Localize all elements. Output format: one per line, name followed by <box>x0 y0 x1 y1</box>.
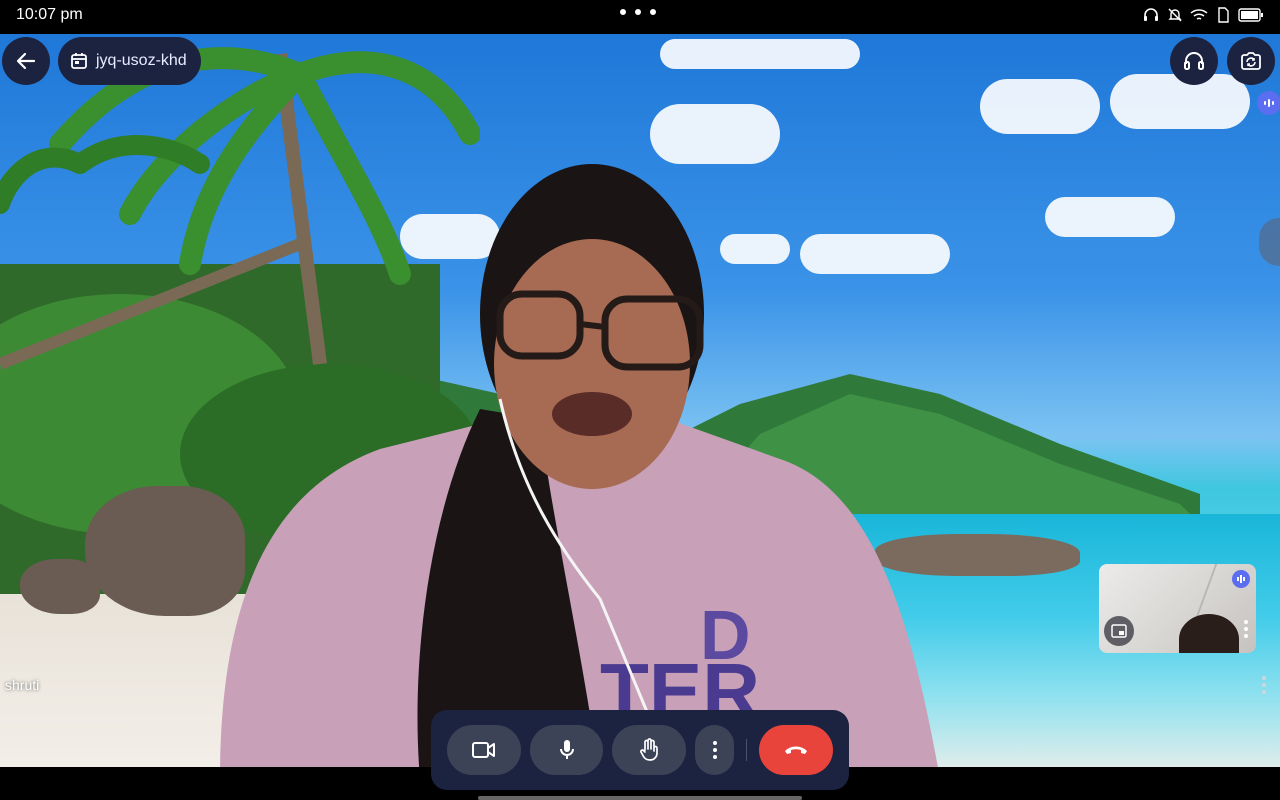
camera-toggle-button[interactable] <box>447 725 521 775</box>
self-speaking-indicator <box>1232 570 1250 588</box>
picture-in-picture-icon <box>1111 624 1127 638</box>
calendar-icon <box>71 53 87 69</box>
audio-level-icon <box>1264 99 1274 107</box>
notifications-off-icon <box>1166 7 1184 23</box>
self-view-more-button[interactable] <box>1244 620 1248 638</box>
participant-name: shruti <box>5 677 40 693</box>
cloud <box>660 39 860 69</box>
home-indicator[interactable] <box>478 796 802 800</box>
sim-icon <box>1214 7 1232 23</box>
cloud <box>1045 197 1175 237</box>
cloud <box>980 79 1100 134</box>
meeting-code: jyq-usoz-khd <box>96 52 187 69</box>
divider <box>746 739 748 761</box>
headset-icon <box>1184 52 1204 70</box>
end-call-button[interactable] <box>759 725 834 775</box>
audio-level-icon <box>1237 575 1245 583</box>
wifi-icon <box>1190 7 1208 23</box>
self-view-minimize-button[interactable] <box>1104 616 1134 646</box>
back-button[interactable] <box>2 37 50 85</box>
speaking-indicator <box>1257 91 1280 115</box>
mic-toggle-button[interactable] <box>529 725 604 775</box>
participant-more-options[interactable] <box>1262 676 1266 694</box>
cloud <box>1110 74 1250 129</box>
headset-status-icon <box>1142 7 1160 23</box>
videocam-icon <box>471 742 495 758</box>
hand-icon <box>640 738 659 761</box>
main-video[interactable]: D TER <box>0 34 1280 767</box>
switch-camera-button[interactable] <box>1227 37 1275 85</box>
multitask-dots[interactable] <box>620 9 656 15</box>
arrow-back-icon <box>16 52 36 70</box>
status-time: 10:07 pm <box>16 6 83 23</box>
more-options-button[interactable] <box>695 725 735 775</box>
boulder <box>20 559 100 614</box>
status-bar: 10:07 pm <box>0 0 1280 30</box>
more-vert-icon <box>712 741 717 759</box>
self-view-tile[interactable] <box>1099 564 1256 653</box>
self-video <box>1179 614 1239 653</box>
call-controls <box>431 710 849 790</box>
audio-output-button[interactable] <box>1170 37 1218 85</box>
cloud <box>650 104 780 164</box>
raise-hand-button[interactable] <box>612 725 687 775</box>
switch-camera-icon <box>1241 52 1261 70</box>
meeting-info-chip[interactable]: jyq-usoz-khd <box>58 37 201 85</box>
participant-video: D TER <box>220 164 938 767</box>
status-icons <box>1142 7 1264 23</box>
call-end-icon <box>785 746 808 754</box>
mic-icon <box>559 740 574 759</box>
battery-icon <box>1238 7 1264 23</box>
